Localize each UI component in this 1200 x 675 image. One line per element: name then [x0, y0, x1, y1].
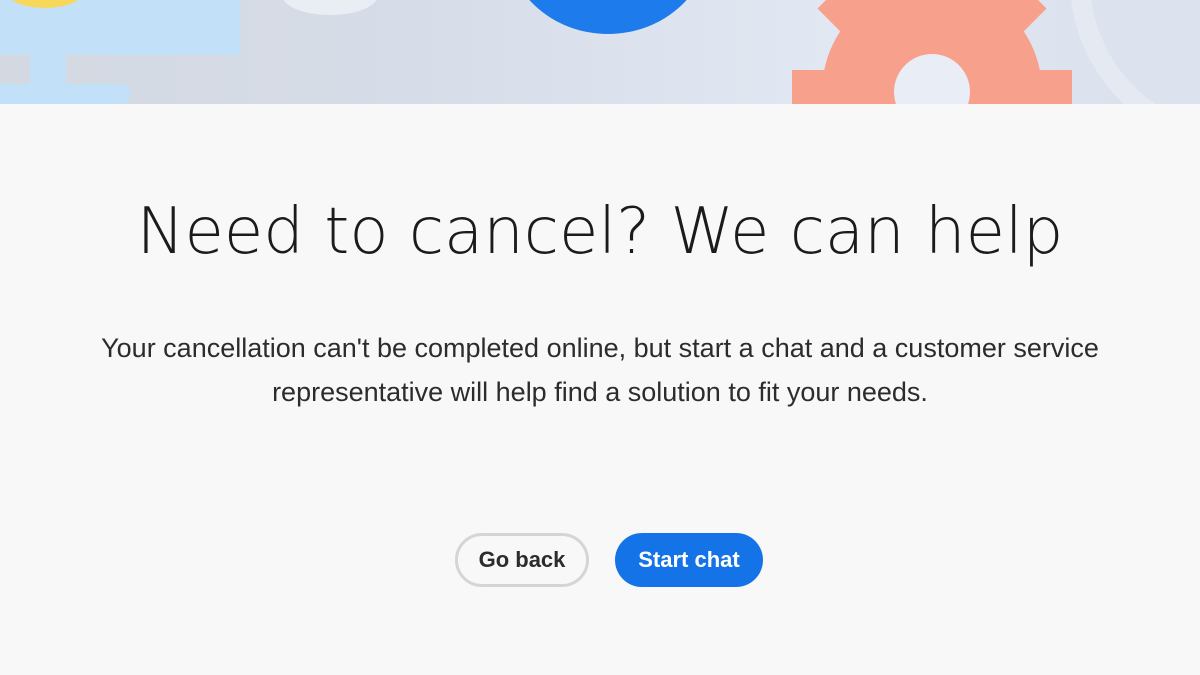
header-illustration [0, 0, 1200, 104]
start-chat-button[interactable]: Start chat [615, 533, 763, 587]
cancellation-page: Need to cancel? We can help Your cancell… [0, 0, 1200, 675]
gear-illustration [792, 0, 1072, 104]
page-description: Your cancellation can't be completed onl… [101, 333, 1099, 407]
action-buttons: Go back Start chat [0, 533, 1200, 587]
page-title: Need to cancel? We can help [136, 195, 1064, 269]
go-back-button[interactable]: Go back [455, 533, 589, 587]
